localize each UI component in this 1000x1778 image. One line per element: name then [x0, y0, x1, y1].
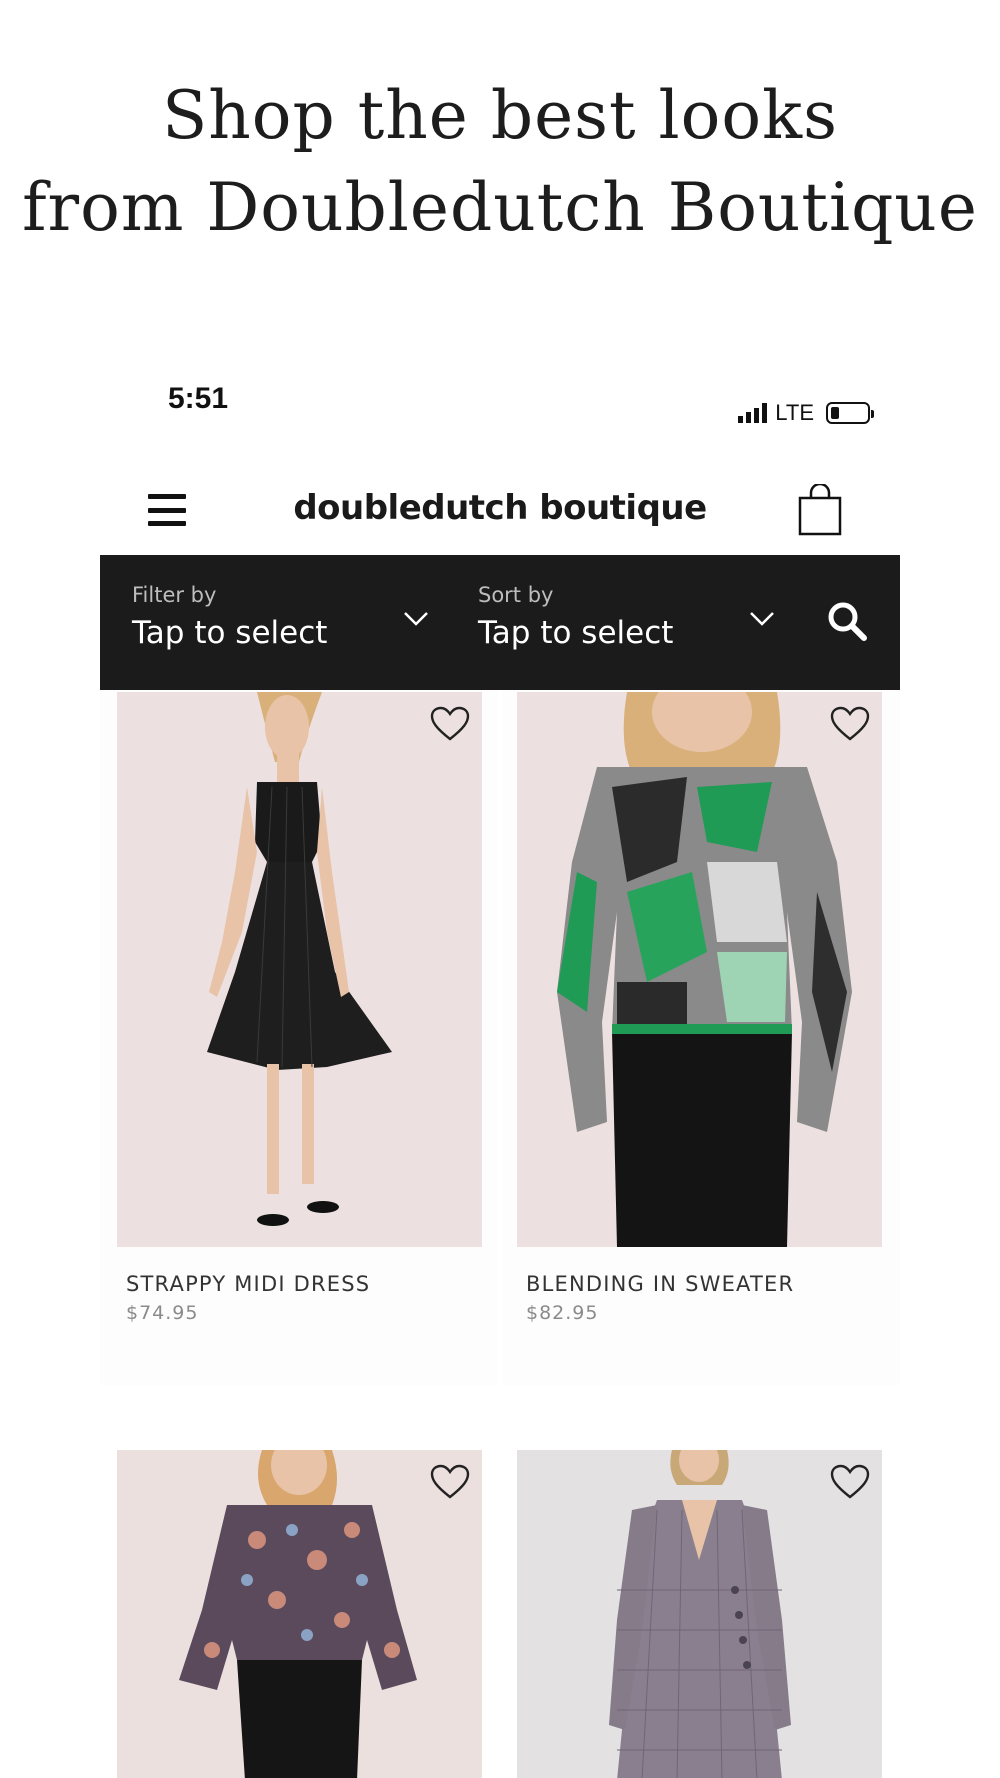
heart-icon[interactable]: [830, 1464, 870, 1500]
product-price: $82.95: [526, 1302, 599, 1324]
heart-icon[interactable]: [830, 706, 870, 742]
shopping-bag-icon[interactable]: [798, 484, 842, 536]
phone-screen: 5:51 LTE doubledutch boutique Filter by …: [100, 360, 900, 1778]
product-image[interactable]: [517, 692, 882, 1247]
sort-value: Tap to select: [478, 615, 674, 651]
status-indicators: LTE: [738, 400, 874, 426]
product-name[interactable]: BLENDING IN SWEATER: [526, 1272, 794, 1296]
promo-headline: Shop the best looks from Doubledutch Bou…: [0, 70, 1000, 254]
chevron-down-icon[interactable]: [748, 610, 776, 628]
filter-value: Tap to select: [132, 615, 328, 651]
product-name[interactable]: STRAPPY MIDI DRESS: [126, 1272, 370, 1296]
sort-label: Sort by: [478, 583, 554, 607]
filter-sort-bar: Filter by Tap to select Sort by Tap to s…: [100, 555, 900, 690]
app-title: doubledutch boutique: [293, 488, 707, 528]
product-image[interactable]: [117, 1450, 482, 1778]
status-time: 5:51: [168, 382, 229, 415]
promo-line-1: Shop the best looks: [162, 77, 838, 154]
product-image[interactable]: [517, 1450, 882, 1778]
app-header: doubledutch boutique: [100, 460, 900, 550]
product-image[interactable]: [117, 692, 482, 1247]
heart-icon[interactable]: [430, 1464, 470, 1500]
filter-label: Filter by: [132, 583, 217, 607]
search-icon[interactable]: [825, 599, 869, 643]
sort-dropdown[interactable]: Sort by Tap to select: [478, 583, 673, 651]
promo-line-2: from Doubledutch Boutique: [22, 169, 978, 246]
signal-icon: [738, 403, 768, 423]
product-price: $74.95: [126, 1302, 199, 1324]
chevron-down-icon[interactable]: [402, 610, 430, 628]
battery-icon: [826, 402, 874, 424]
network-label: LTE: [775, 400, 814, 425]
heart-icon[interactable]: [430, 706, 470, 742]
filter-dropdown[interactable]: Filter by Tap to select: [132, 583, 327, 651]
